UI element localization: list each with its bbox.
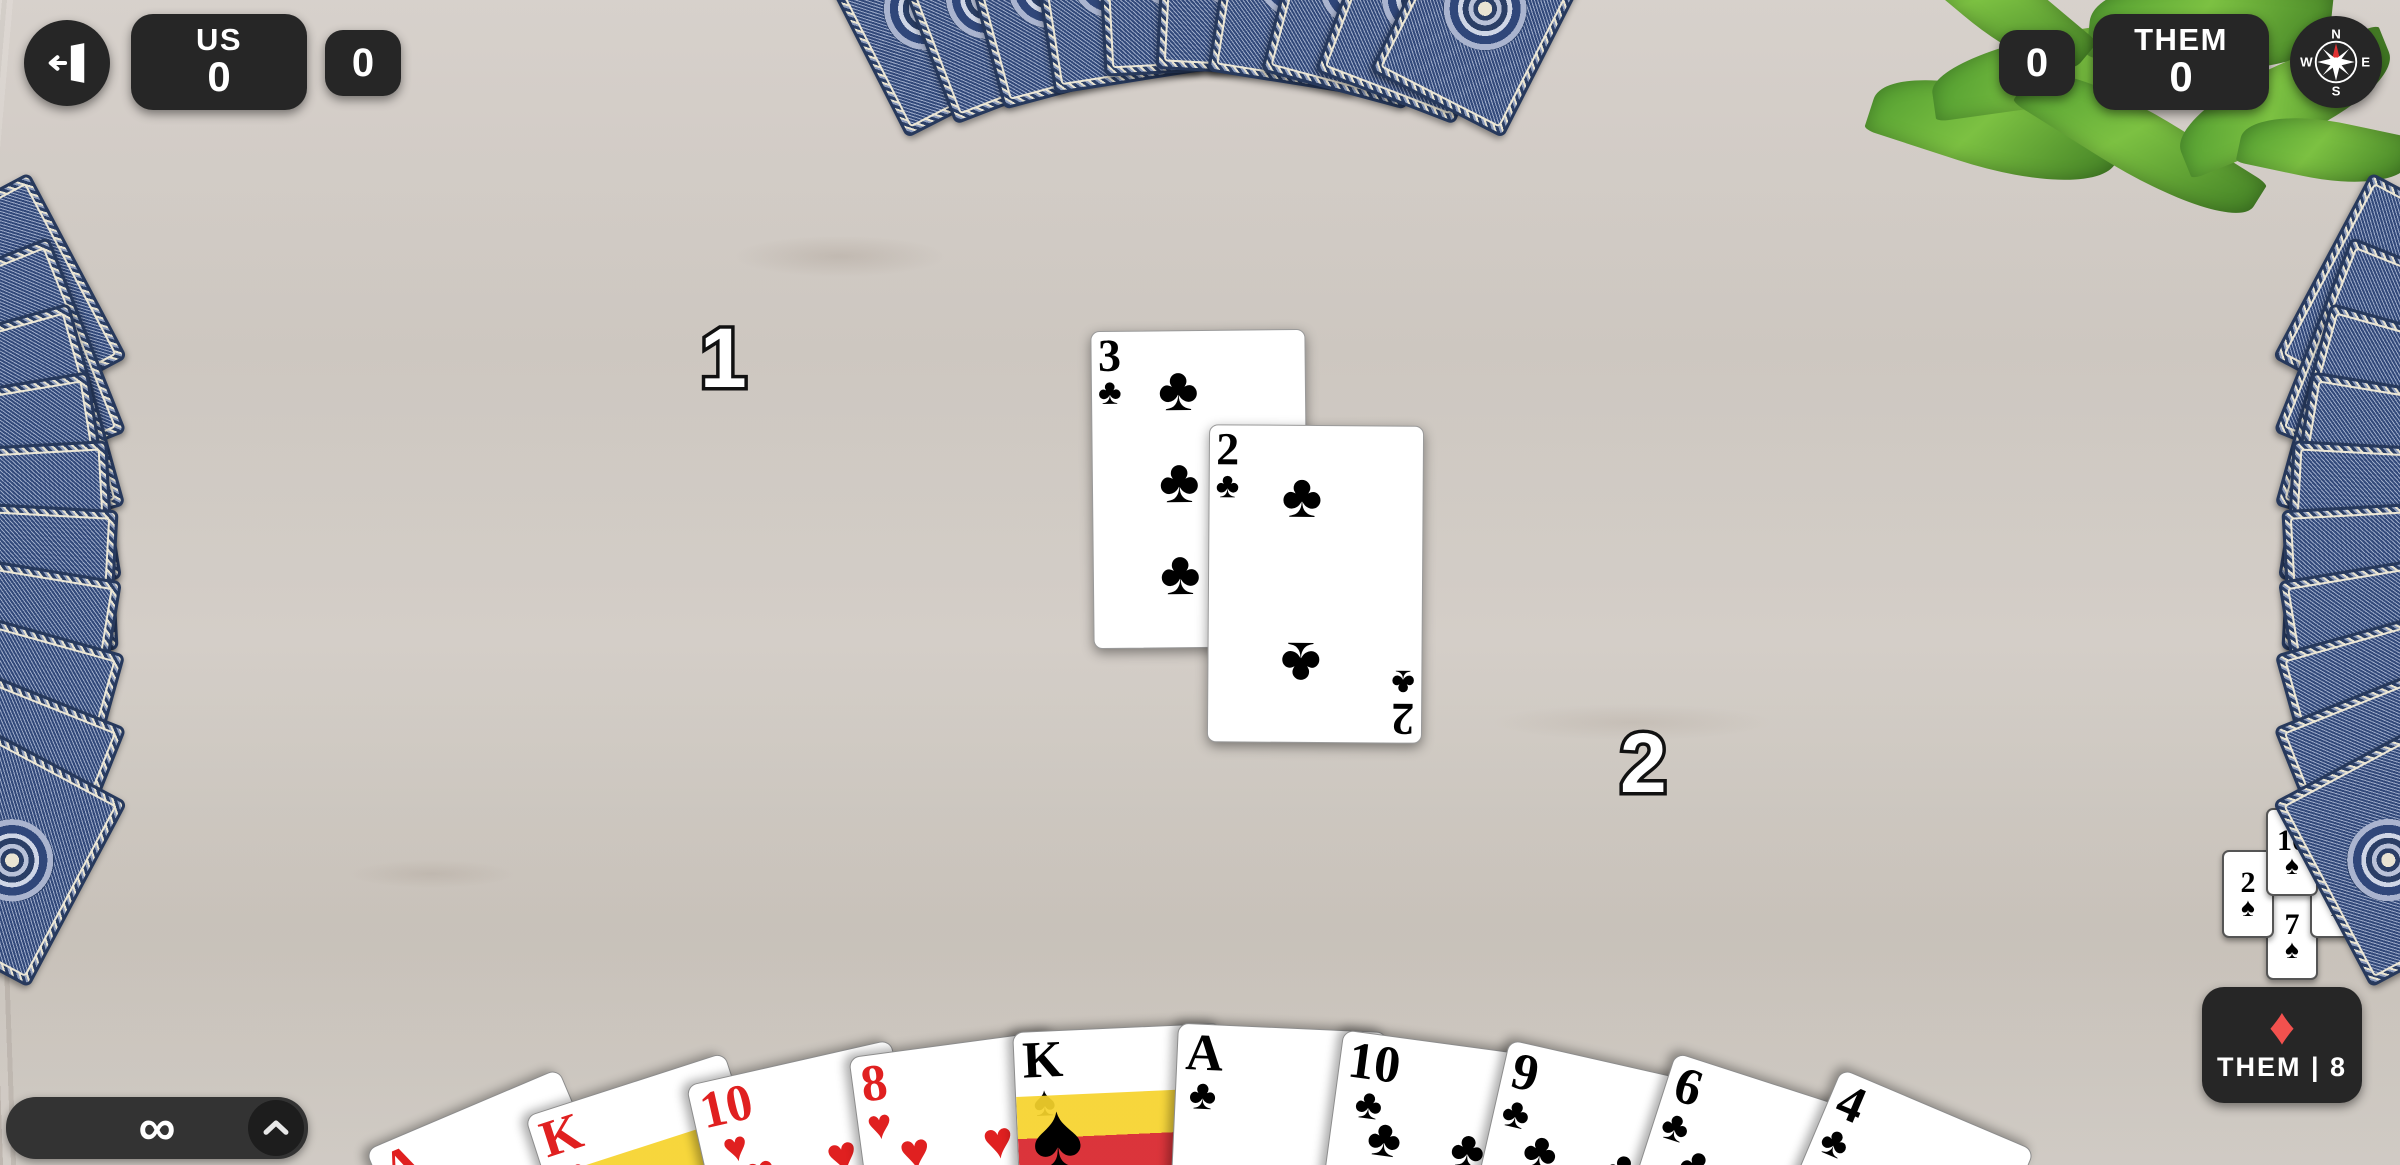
- them-score-panel: THEM 0: [2093, 14, 2269, 110]
- us-score-panel: US 0: [131, 14, 307, 110]
- trick-marker-1: 1: [697, 308, 751, 409]
- card-corner: A♥: [374, 1133, 443, 1165]
- card-pip: ♠: [1029, 1081, 1086, 1165]
- card-pip: ♣: [1599, 1138, 1645, 1165]
- player-hand: A♥♥K♥♥10♥♥♥♥♥♥♥♥♥♥♥8♥♥♥♥♥♥♥♥♥K♠♠A♣♣10♣♣♣…: [365, 870, 2035, 1165]
- them-score-value: 0: [2169, 53, 2193, 101]
- game-screen: US 0 0 0 THEM 0 N S E W 1 2 3 ♣ ♣ ♣ ♣ 2 …: [0, 0, 2400, 1165]
- mini-top-suit: ♠: [2285, 849, 2299, 880]
- trump-badge: ♦ THEM | 8: [2202, 987, 2362, 1103]
- infinity-icon: ∞: [138, 1098, 176, 1157]
- mini-left-suit: ♠: [2241, 891, 2255, 922]
- them-label: THEM: [2134, 22, 2228, 58]
- card-pip: ♣: [1281, 461, 1323, 532]
- expand-toolbar-button[interactable]: [248, 1100, 304, 1156]
- exit-door-icon: [44, 40, 90, 86]
- played-card-2-suit-br: ♣: [1391, 662, 1416, 704]
- card-pip: ♣: [1159, 538, 1201, 609]
- hand-card-suit: ♣: [1187, 1069, 1218, 1118]
- us-label: US: [195, 22, 243, 58]
- hand-card-suit: ♥: [864, 1098, 896, 1149]
- card-corner: 8 ♥: [858, 1053, 896, 1149]
- card-corner: 3 ♣: [1097, 330, 1122, 413]
- played-card-2-clubs: 2 ♣ ♣ ♣ 2 ♣: [1206, 424, 1425, 744]
- card-pip: ♣: [1280, 628, 1322, 699]
- card-corner: 2 ♣: [1215, 424, 1240, 506]
- compass-button[interactable]: N S E W: [2290, 16, 2382, 108]
- us-tricks-value: 0: [351, 41, 375, 85]
- chevron-up-icon: [263, 1120, 289, 1135]
- bottom-left-toolbar[interactable]: ∞: [6, 1097, 308, 1159]
- card-pip: ♣: [1157, 355, 1200, 425]
- card-corner: 4 ♣: [1813, 1073, 1874, 1165]
- card-corner: A ♣: [1183, 1024, 1224, 1118]
- trick-marker-2: 2: [1617, 713, 1671, 814]
- compass-icon: N S E W: [2297, 23, 2375, 101]
- exit-button[interactable]: [24, 20, 110, 106]
- card-corner: 2 ♣: [1391, 662, 1416, 744]
- hand-card-rank: A: [374, 1133, 431, 1165]
- played-card-1-suit: ♣: [1097, 371, 1122, 413]
- them-tricks-panel: 0: [1999, 30, 2075, 96]
- svg-text:S: S: [2332, 84, 2341, 99]
- card-pip: ♥: [821, 1123, 865, 1165]
- played-card-2-rank-br: 2: [1391, 693, 1415, 744]
- svg-text:W: W: [2300, 55, 2313, 70]
- played-card-2-suit: ♣: [1215, 464, 1240, 506]
- svg-text:E: E: [2361, 55, 2370, 70]
- card-pip: ♥: [896, 1121, 935, 1165]
- card-pip: ♥: [739, 1142, 782, 1165]
- card-pip: ♣: [1363, 1107, 1405, 1165]
- trump-contract-label: THEM | 8: [2216, 1052, 2348, 1083]
- us-tricks-panel: 0: [325, 30, 401, 96]
- card-pip: ♥: [979, 1110, 1018, 1165]
- us-score-value: 0: [207, 53, 231, 101]
- mini-bottom-suit: ♠: [2285, 933, 2299, 964]
- card-pip: ♣: [1201, 1121, 1307, 1165]
- trump-suit-icon: ♦: [2268, 997, 2296, 1056]
- them-tricks-value: 0: [2025, 41, 2049, 85]
- svg-text:N: N: [2331, 27, 2341, 42]
- card-pip: ♣: [1158, 447, 1200, 517]
